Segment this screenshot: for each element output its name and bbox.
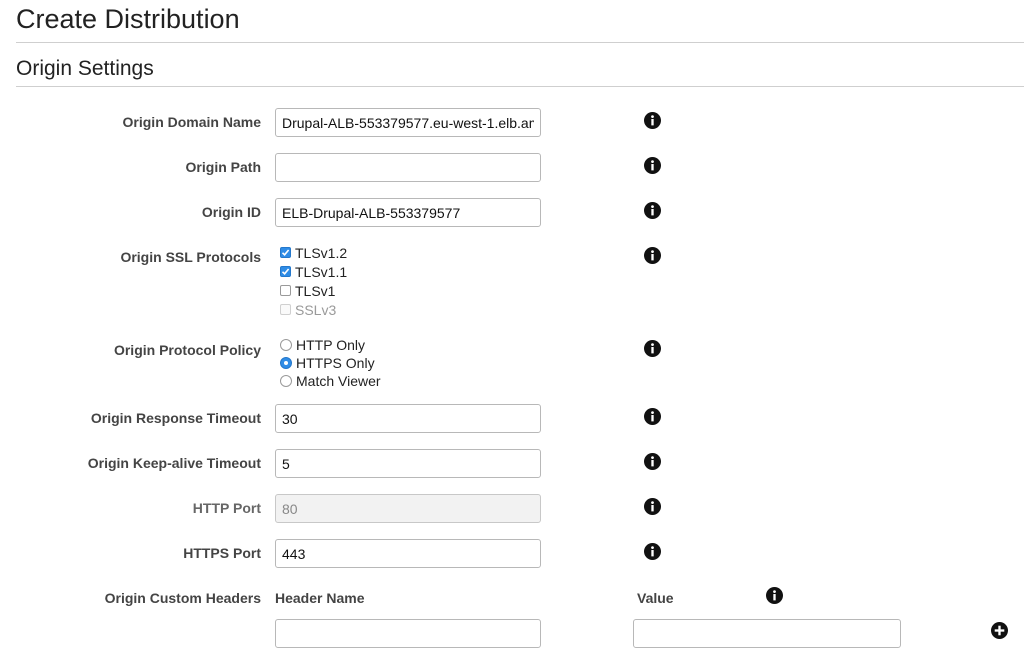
check-icon	[281, 268, 290, 275]
origin-id-label: Origin ID	[201, 204, 261, 220]
ssl-protocols-group: TLSv1.2 TLSv1.1 TLSv1 SSLv3	[280, 243, 347, 319]
http-port-label: HTTP Port	[192, 500, 261, 516]
protocol-policy-label: Origin Protocol Policy	[113, 342, 261, 358]
info-icon[interactable]	[644, 247, 661, 264]
checkbox-unchecked[interactable]	[280, 285, 291, 296]
info-icon[interactable]	[644, 202, 661, 219]
keepalive-timeout-input[interactable]	[275, 449, 541, 478]
https-port-label: HTTPS Port	[183, 545, 261, 561]
origin-path-label: Origin Path	[185, 159, 261, 175]
https-port-input[interactable]	[275, 539, 541, 568]
info-icon[interactable]	[644, 498, 661, 515]
policy-option-label: HTTPS Only	[296, 355, 375, 371]
response-timeout-label: Origin Response Timeout	[90, 410, 261, 426]
ssl-option-tlsv1-1[interactable]: TLSv1.1	[280, 262, 347, 281]
plus-circle-icon[interactable]	[991, 622, 1008, 639]
ssl-option-label: TLSv1.2	[295, 244, 348, 261]
checkbox-checked[interactable]	[280, 247, 291, 258]
checkbox-disabled	[280, 304, 291, 315]
info-icon[interactable]	[644, 112, 661, 129]
info-icon[interactable]	[644, 157, 661, 174]
ssl-option-label: TLSv1	[295, 282, 336, 299]
ssl-option-label: TLSv1.1	[295, 263, 348, 280]
section-divider	[16, 86, 1024, 87]
radio-selected[interactable]	[280, 357, 292, 369]
page-title: Create Distribution	[16, 4, 240, 34]
ssl-option-tlsv1-2[interactable]: TLSv1.2	[280, 243, 347, 262]
ssl-option-tlsv1[interactable]: TLSv1	[280, 281, 347, 300]
policy-option-http-only[interactable]: HTTP Only	[280, 336, 381, 354]
custom-headers-label: Origin Custom Headers	[104, 590, 261, 606]
origin-id-input[interactable]	[275, 198, 541, 227]
origin-path-input[interactable]	[275, 153, 541, 182]
info-icon[interactable]	[644, 408, 661, 425]
policy-option-match-viewer[interactable]: Match Viewer	[280, 372, 381, 390]
info-icon[interactable]	[766, 587, 783, 604]
title-divider	[16, 42, 1024, 43]
header-name-input[interactable]	[275, 619, 541, 648]
ssl-option-label: SSLv3	[295, 301, 337, 318]
info-icon[interactable]	[644, 340, 661, 357]
origin-domain-name-input[interactable]	[275, 108, 541, 137]
protocol-policy-group: HTTP Only HTTPS Only Match Viewer	[280, 336, 381, 390]
check-icon	[281, 249, 290, 256]
header-value-column-label: Value	[637, 590, 674, 606]
radio-unselected[interactable]	[280, 375, 292, 387]
keepalive-timeout-label: Origin Keep-alive Timeout	[87, 455, 261, 471]
policy-option-https-only[interactable]: HTTPS Only	[280, 354, 381, 372]
ssl-option-sslv3: SSLv3	[280, 300, 347, 319]
http-port-input	[275, 494, 541, 523]
checkbox-checked[interactable]	[280, 266, 291, 277]
response-timeout-input[interactable]	[275, 404, 541, 433]
origin-domain-name-label: Origin Domain Name	[122, 114, 261, 130]
section-title: Origin Settings	[16, 57, 154, 80]
header-name-column-label: Header Name	[275, 590, 365, 606]
info-icon[interactable]	[644, 453, 661, 470]
radio-unselected[interactable]	[280, 339, 292, 351]
ssl-protocols-label: Origin SSL Protocols	[120, 249, 261, 265]
policy-option-label: Match Viewer	[296, 373, 381, 389]
info-icon[interactable]	[644, 543, 661, 560]
header-value-input[interactable]	[633, 619, 901, 648]
policy-option-label: HTTP Only	[296, 337, 365, 353]
